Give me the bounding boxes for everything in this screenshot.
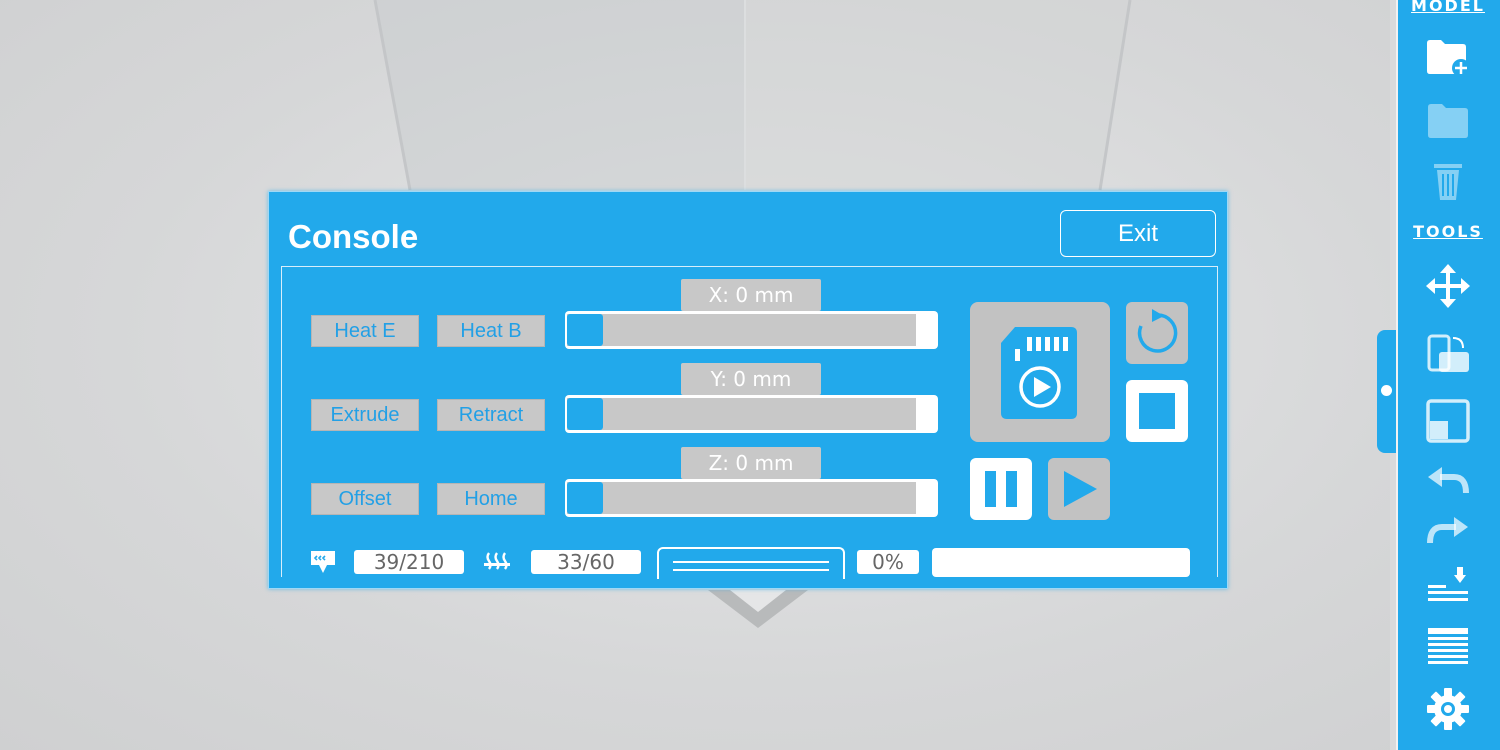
y-slider-track bbox=[567, 398, 916, 430]
x-slider-thumb[interactable] bbox=[567, 314, 603, 346]
scale-button[interactable] bbox=[1423, 399, 1473, 443]
offset-button[interactable]: Offset bbox=[311, 483, 419, 515]
settings-button[interactable] bbox=[1423, 688, 1473, 730]
sd-card-print-button[interactable] bbox=[970, 302, 1110, 442]
add-model-icon bbox=[1427, 40, 1470, 77]
heat-b-button[interactable]: Heat B bbox=[437, 315, 545, 347]
sd-card-print-icon bbox=[1001, 327, 1077, 419]
delete-button[interactable] bbox=[1423, 160, 1473, 202]
undo-button[interactable] bbox=[1423, 460, 1473, 502]
redo-button[interactable] bbox=[1423, 510, 1473, 552]
redo-icon bbox=[1427, 517, 1468, 544]
layers-button[interactable] bbox=[1423, 624, 1473, 666]
model-section-label: MODEL bbox=[1411, 0, 1485, 15]
play-button[interactable] bbox=[1048, 458, 1110, 520]
y-slider-thumb[interactable] bbox=[567, 398, 603, 430]
stop-icon bbox=[1139, 393, 1175, 429]
add-model-button[interactable] bbox=[1423, 37, 1473, 79]
pause-icon bbox=[985, 471, 1017, 507]
heated-bed-icon bbox=[483, 549, 511, 577]
console-title: Console bbox=[288, 218, 419, 255]
x-axis-slider[interactable] bbox=[565, 311, 938, 349]
open-folder-icon bbox=[1428, 104, 1468, 138]
progress-bar bbox=[932, 548, 1190, 577]
extrude-button[interactable]: Extrude bbox=[311, 399, 419, 431]
home-button[interactable]: Home bbox=[437, 483, 545, 515]
toolbar-collapse-tab[interactable] bbox=[1377, 330, 1397, 453]
console-dialog: Console Exit Heat E Heat B Extrude Retra… bbox=[268, 191, 1228, 589]
slice-icon bbox=[1428, 567, 1468, 601]
layers-tab-line bbox=[673, 561, 829, 563]
bed-temp: 33/60 bbox=[531, 550, 641, 574]
undo-icon bbox=[1428, 467, 1469, 494]
z-axis-slider[interactable] bbox=[565, 479, 938, 517]
z-slider-track bbox=[567, 482, 916, 514]
layers-icon bbox=[1428, 628, 1468, 664]
refresh-icon bbox=[1137, 309, 1178, 353]
move-button[interactable] bbox=[1423, 264, 1473, 308]
collapse-dot bbox=[1381, 385, 1392, 396]
x-slider-track bbox=[567, 314, 916, 346]
play-icon bbox=[1064, 471, 1097, 507]
refresh-button[interactable] bbox=[1126, 302, 1188, 364]
slice-button[interactable] bbox=[1423, 566, 1473, 608]
exit-button[interactable]: Exit bbox=[1060, 210, 1216, 257]
stop-button[interactable] bbox=[1126, 380, 1188, 442]
retract-button[interactable]: Retract bbox=[437, 399, 545, 431]
tools-section-label: TOOLS bbox=[1413, 222, 1483, 241]
z-axis-label: Z: 0 mm bbox=[681, 447, 821, 479]
layers-tab-line bbox=[673, 569, 829, 571]
rotate-model-button[interactable] bbox=[1423, 333, 1473, 375]
z-slider-thumb[interactable] bbox=[567, 482, 603, 514]
y-axis-slider[interactable] bbox=[565, 395, 938, 433]
trash-icon bbox=[1434, 164, 1462, 200]
y-axis-label: Y: 0 mm bbox=[681, 363, 821, 395]
gear-icon bbox=[1427, 688, 1469, 730]
right-toolbar: MODEL TOOLS bbox=[1396, 0, 1500, 750]
extruder-icon bbox=[309, 549, 337, 575]
extruder-temp: 39/210 bbox=[354, 550, 464, 574]
heat-e-button[interactable]: Heat E bbox=[311, 315, 419, 347]
move-icon bbox=[1426, 264, 1470, 308]
progress-percent: 0% bbox=[857, 550, 919, 574]
rotate-model-icon bbox=[1427, 334, 1469, 372]
open-file-button[interactable] bbox=[1423, 100, 1473, 142]
x-axis-label: X: 0 mm bbox=[681, 279, 821, 311]
layers-tab[interactable] bbox=[657, 547, 845, 579]
scale-icon bbox=[1426, 399, 1470, 443]
pause-button[interactable] bbox=[970, 458, 1032, 520]
